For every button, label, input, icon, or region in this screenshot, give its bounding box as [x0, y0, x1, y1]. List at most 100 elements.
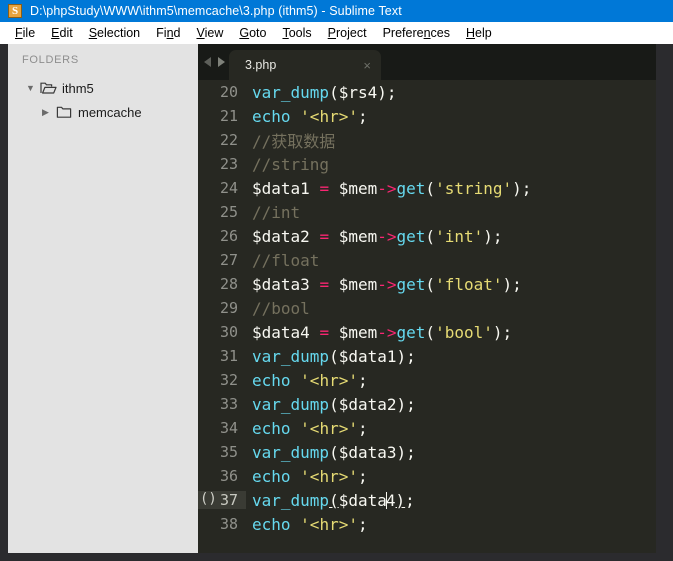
code-line-text: var_dump($data2); [246, 395, 416, 414]
code-line-34[interactable]: 34 echo '<hr>'; [198, 416, 656, 440]
menu-item-tools[interactable]: Tools [274, 24, 319, 42]
code-line-33[interactable]: 33 var_dump($data2); [198, 392, 656, 416]
menu-bar: File Edit Selection Find View Goto Tools Projec… [0, 22, 673, 44]
menu-item-edit[interactable]: Edit [43, 24, 81, 42]
code-line-20[interactable]: 20 var_dump($rs4); [198, 80, 656, 104]
code-line-23[interactable]: 23 //string [198, 152, 656, 176]
code-line-26[interactable]: 26 $data2 = $mem->get('int'); [198, 224, 656, 248]
chevron-down-icon[interactable]: ▼ [26, 83, 40, 93]
code-token: '<hr>' [300, 106, 358, 126]
code-line-27[interactable]: 27 //float [198, 248, 656, 272]
line-number: 33 [219, 395, 238, 413]
code-token: ( [425, 274, 436, 294]
code-line-24[interactable]: 24 $data1 = $mem->get('string'); [198, 176, 656, 200]
code-line-text: var_dump($rs4); [246, 83, 397, 102]
code-token: echo [252, 514, 291, 534]
code-token: ( [425, 226, 436, 246]
tab-3php[interactable]: 3.php × [229, 50, 381, 80]
code-token: //float [252, 250, 320, 270]
menu-item-preferences[interactable]: Preferences [375, 24, 458, 42]
code-token: $data4 [252, 322, 310, 342]
menu-item-view[interactable]: View [188, 24, 231, 42]
code-line-text: var_dump($data4); [246, 491, 415, 510]
code-token: get [396, 274, 426, 294]
code-line-25[interactable]: 25 //int [198, 200, 656, 224]
menu-item-project[interactable]: Project [320, 24, 375, 42]
code-token: ; [357, 106, 368, 126]
sublime-text-window: S D:\phpStudy\WWW\ithm5\memcache\3.php (… [0, 0, 673, 561]
code-token: $data2 [252, 226, 310, 246]
code-token: //获取数据 [252, 132, 336, 151]
code-line-35[interactable]: 35 var_dump($data3); [198, 440, 656, 464]
code-line-21[interactable]: 21 echo '<hr>'; [198, 104, 656, 128]
code-token: $data2 [338, 394, 397, 414]
code-token: ( [329, 394, 339, 414]
menu-item-selection[interactable]: Selection [81, 24, 148, 42]
tree-item-memcache[interactable]: ▶ memcache [8, 100, 198, 124]
tab-nav-arrows [198, 44, 229, 80]
folder-open-icon [40, 81, 57, 95]
code-token: var_dump [252, 394, 330, 414]
arrow-right-icon[interactable] [218, 57, 225, 67]
code-token: var_dump [252, 490, 330, 510]
code-line-text: var_dump($data1); [246, 347, 416, 366]
code-token: = [319, 226, 330, 246]
code-token: ; [357, 466, 368, 486]
code-token: ); [377, 82, 397, 102]
menu-item-goto[interactable]: Goto [231, 24, 274, 42]
code-token: '<hr>' [300, 418, 358, 438]
tab-bar: 3.php × [198, 44, 656, 80]
line-number: 26 [219, 227, 238, 245]
code-token: $data3 [252, 274, 310, 294]
line-number: 38 [219, 515, 238, 533]
code-token: '<hr>' [300, 466, 358, 486]
chevron-right-icon[interactable]: ▶ [42, 107, 56, 117]
code-line-text: echo '<hr>'; [246, 371, 368, 390]
tree-item-ithm5[interactable]: ▼ ithm5 [8, 76, 198, 100]
code-line-text: //int [246, 203, 300, 222]
sidebar: FOLDERS ▼ ithm5 ▶ memcache [8, 44, 198, 553]
code-token: ( [329, 490, 339, 510]
folders-header: FOLDERS [22, 54, 79, 66]
code-line-30[interactable]: 30 $data4 = $mem->get('bool'); [198, 320, 656, 344]
code-line-28[interactable]: 28 $data3 = $mem->get('float'); [198, 272, 656, 296]
code-token: ); [396, 442, 416, 462]
code-line-36[interactable]: 36 echo '<hr>'; [198, 464, 656, 488]
code-token: $data1 [252, 178, 310, 198]
window-title: D:\phpStudy\WWW\ithm5\memcache\3.php (it… [30, 4, 402, 18]
code-editor[interactable]: 20 var_dump($rs4); 21 echo '<hr>'; 22//获取数据 2… [198, 80, 656, 553]
code-token: ; [357, 370, 368, 390]
line-number: 24 [219, 179, 238, 197]
code-token: ); [512, 178, 532, 198]
code-line-32[interactable]: 32 echo '<hr>'; [198, 368, 656, 392]
code-line-29[interactable]: 29 //bool [198, 296, 656, 320]
code-line-31[interactable]: 31 var_dump($data1); [198, 344, 656, 368]
code-token: = [319, 178, 330, 198]
code-line-37[interactable]: () 37 var_dump($data4); [198, 488, 656, 512]
menu-item-help[interactable]: Help [458, 24, 500, 42]
sublime-text-icon: S [8, 4, 22, 18]
line-number: 36 [219, 467, 238, 485]
menu-item-file[interactable]: File [7, 24, 43, 42]
code-token: $data1 [338, 346, 397, 366]
code-token: echo [252, 466, 291, 486]
code-line-22[interactable]: 22 //获取数据 [198, 128, 656, 152]
code-token: var_dump [252, 346, 330, 366]
arrow-left-icon[interactable] [204, 57, 211, 67]
code-token: ); [483, 226, 503, 246]
code-token: ) [395, 490, 406, 510]
code-token: 'float' [435, 274, 503, 294]
code-token: get [396, 322, 426, 342]
code-line-38[interactable]: 38 echo '<hr>'; [198, 512, 656, 536]
title-bar: S D:\phpStudy\WWW\ithm5\memcache\3.php (… [0, 0, 673, 22]
menu-item-find[interactable]: Find [148, 24, 188, 42]
line-number: 28 [219, 275, 238, 293]
code-line-text: $data1 = $mem->get('string'); [246, 179, 531, 198]
close-icon[interactable]: × [351, 59, 371, 72]
code-token: 'bool' [435, 322, 493, 342]
code-token: ); [492, 322, 513, 342]
